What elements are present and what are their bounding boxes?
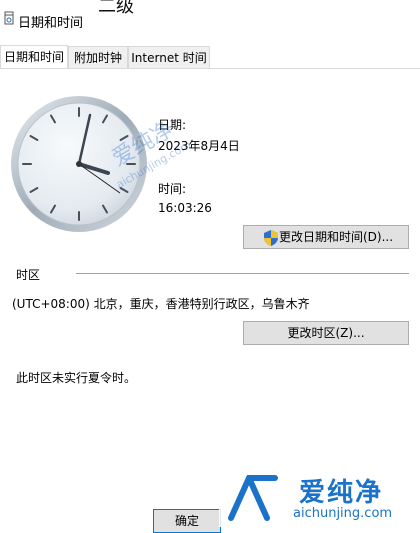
change-timezone-label: 更改时区(Z)... (287, 326, 365, 340)
ok-button[interactable]: 确定 (153, 509, 221, 533)
title-bar: 日期和时间 二级 (0, 0, 420, 38)
uac-shield-icon (264, 230, 278, 246)
tab-label: 附加时钟 (73, 51, 122, 65)
watermark-brand: 爱纯净 (299, 478, 384, 508)
timezone-divider (76, 273, 409, 274)
tab-strip: 日期和时间 附加时钟 Internet 时间 (0, 45, 420, 69)
watermark-url: aichunjing.com (293, 506, 393, 521)
tab-label: 日期和时间 (3, 50, 64, 64)
change-timezone-button[interactable]: 更改时区(Z)... (243, 321, 409, 345)
ok-label: 确定 (174, 514, 199, 528)
change-date-time-button[interactable]: 更改日期和时间(D)... (243, 225, 409, 249)
brand-logo-icon (219, 470, 287, 527)
calendar-clock-icon (4, 11, 14, 25)
timezone-section-label: 时区 (16, 268, 41, 282)
change-date-time-label: 更改日期和时间(D)... (279, 230, 394, 244)
tab-additional-clocks[interactable]: 附加时钟 (68, 46, 128, 68)
window-title: 日期和时间 (18, 16, 84, 31)
tab-internet-time[interactable]: Internet 时间 (128, 46, 210, 68)
background-window-text: 二级 (98, 0, 134, 17)
watermark-logo: 爱纯净 aichunjing.com (215, 470, 420, 527)
tab-date-and-time[interactable]: 日期和时间 (0, 45, 68, 69)
tab-label: Internet 时间 (131, 51, 207, 65)
timezone-value: (UTC+08:00) 北京，重庆，香港特别行政区，乌鲁木齐 (12, 297, 310, 311)
dst-note: 此时区未实行夏令时。 (16, 371, 137, 385)
